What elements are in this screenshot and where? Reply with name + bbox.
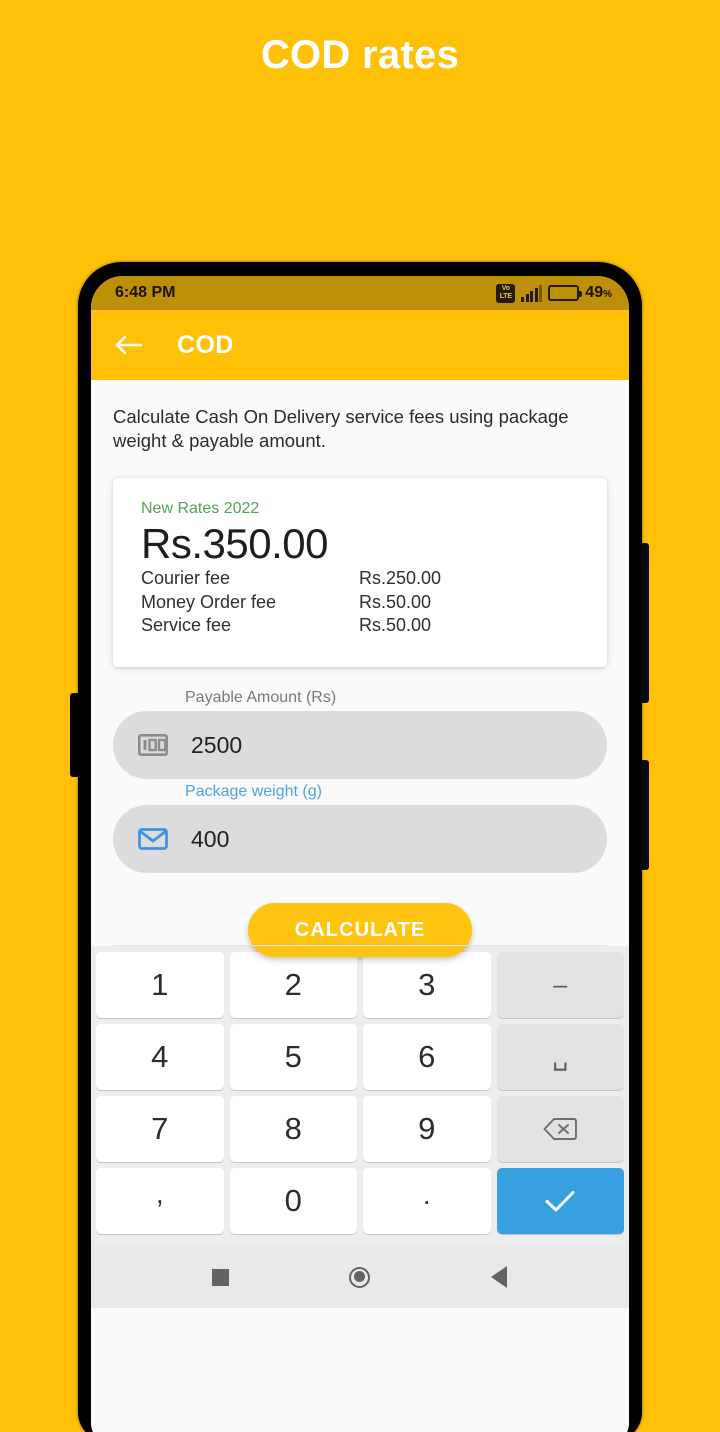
- payable-amount-value: 2500: [191, 731, 243, 758]
- key-9[interactable]: 9: [363, 1096, 491, 1162]
- signal-bars-icon: [521, 284, 543, 302]
- key-period[interactable]: .: [363, 1168, 491, 1234]
- key-8[interactable]: 8: [229, 1096, 357, 1162]
- fee-label: Courier fee: [141, 568, 231, 589]
- recents-square-icon[interactable]: [201, 1257, 241, 1297]
- main-content: Calculate Cash On Delivery service fees …: [91, 380, 629, 958]
- calculate-button[interactable]: CALCULATE: [248, 903, 472, 958]
- home-circle-icon[interactable]: [340, 1257, 380, 1297]
- rate-card-total: Rs.350.00: [141, 520, 328, 568]
- battery-percent: 49%: [585, 284, 612, 301]
- arrow-left-icon[interactable]: [113, 330, 143, 360]
- key-4[interactable]: 4: [96, 1024, 224, 1090]
- volume-button: [70, 693, 79, 777]
- package-weight-label: Package weight (g): [185, 783, 322, 801]
- package-weight-field[interactable]: Package weight (g) 400: [113, 783, 607, 874]
- volte-icon: Vo LTE: [496, 283, 516, 303]
- package-weight-value: 400: [191, 825, 230, 852]
- numeric-keyboard: 1 2 3 – 4 5 6 ␣ 7 8 9 , 0 .: [91, 946, 629, 1246]
- enter-key[interactable]: [496, 1168, 624, 1234]
- status-bar: 6:48 PM Vo LTE 49%: [91, 276, 629, 310]
- android-nav-bar: [91, 1246, 629, 1308]
- back-triangle-icon[interactable]: [479, 1257, 519, 1297]
- power-button: [641, 543, 649, 703]
- key-5[interactable]: 5: [229, 1024, 357, 1090]
- rate-card-tag: New Rates 2022: [141, 500, 260, 518]
- key-0[interactable]: 0: [229, 1168, 357, 1234]
- fee-value: Rs.250.00: [359, 568, 442, 589]
- backspace-icon: [543, 1118, 578, 1140]
- banknote-icon: [137, 729, 169, 761]
- keyboard-row: 7 8 9: [96, 1096, 624, 1162]
- space-key[interactable]: ␣: [496, 1024, 624, 1090]
- app-bar-title: COD: [177, 330, 234, 359]
- rate-card: New Rates 2022 Rs.350.00 Courier fee Rs.…: [113, 478, 607, 668]
- key-6[interactable]: 6: [363, 1024, 491, 1090]
- phone-screen: 6:48 PM Vo LTE 49% COD Calculate Cash On…: [91, 276, 629, 1432]
- payable-amount-field[interactable]: Payable Amount (Rs) 2500: [113, 689, 607, 780]
- page-title: COD rates: [260, 33, 460, 77]
- table-row: Money Order fee Rs.50.00: [141, 591, 579, 614]
- minus-key[interactable]: –: [496, 952, 624, 1018]
- key-7[interactable]: 7: [96, 1096, 224, 1162]
- keyboard-row: 4 5 6 ␣: [96, 1024, 624, 1090]
- keyboard-row: , 0 .: [96, 1168, 624, 1234]
- keyboard-row: 1 2 3 –: [96, 952, 624, 1018]
- power-button-lower: [641, 760, 649, 870]
- checkmark-icon: [545, 1191, 575, 1212]
- backspace-key[interactable]: [496, 1096, 624, 1162]
- battery-icon: [548, 285, 583, 301]
- content-divider: [113, 945, 607, 946]
- key-comma[interactable]: ,: [96, 1168, 224, 1234]
- fee-value: Rs.50.00: [359, 591, 432, 612]
- fee-label: Money Order fee: [141, 591, 277, 612]
- table-row: Courier fee Rs.250.00: [141, 567, 579, 590]
- status-indicators: Vo LTE 49%: [496, 283, 612, 303]
- status-time: 6:48 PM: [115, 284, 176, 301]
- app-bar: COD: [91, 310, 629, 380]
- fee-value: Rs.50.00: [359, 614, 432, 635]
- fee-label: Service fee: [141, 614, 232, 635]
- key-3[interactable]: 3: [363, 952, 491, 1018]
- key-2[interactable]: 2: [229, 952, 357, 1018]
- payable-amount-label: Payable Amount (Rs): [185, 689, 337, 707]
- phone-frame: 6:48 PM Vo LTE 49% COD Calculate Cash On…: [78, 262, 642, 1432]
- intro-description: Calculate Cash On Delivery service fees …: [113, 406, 569, 451]
- table-row: Service fee Rs.50.00: [141, 614, 579, 637]
- envelope-icon: [137, 823, 169, 855]
- key-1[interactable]: 1: [96, 952, 224, 1018]
